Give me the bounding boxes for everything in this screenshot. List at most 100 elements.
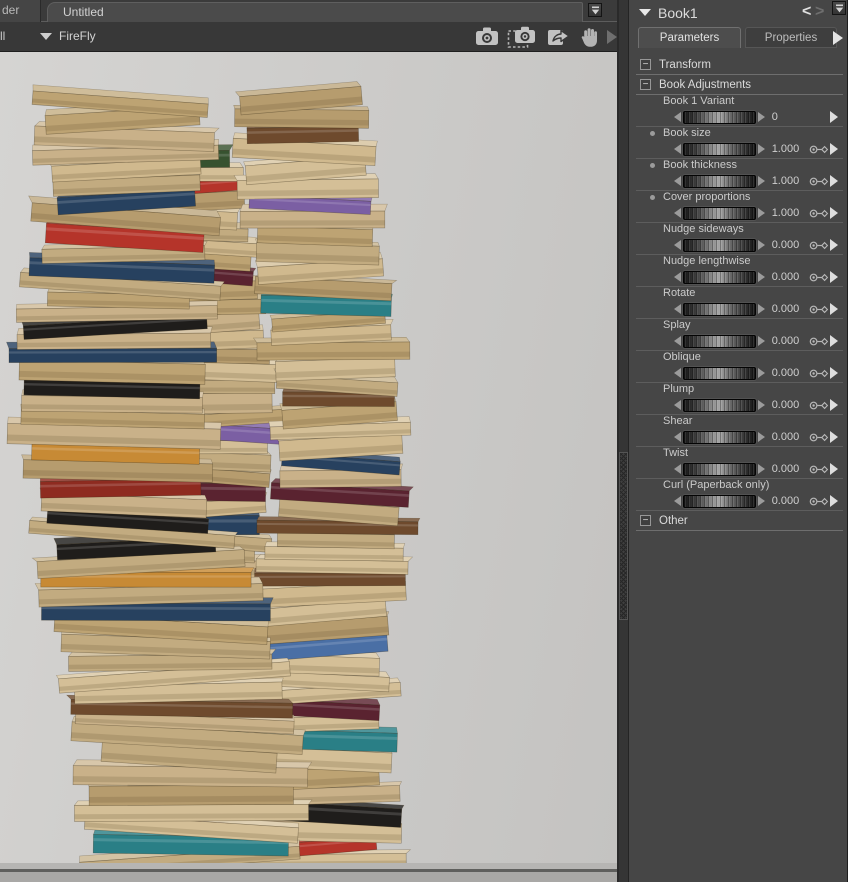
slider-decrement-arrow[interactable] <box>674 208 681 218</box>
slider-decrement-arrow[interactable] <box>674 336 681 346</box>
slider-track[interactable] <box>683 174 756 188</box>
slider-decrement-arrow[interactable] <box>674 368 681 378</box>
slider-track[interactable] <box>683 462 756 476</box>
slider-increment-arrow[interactable] <box>757 496 765 506</box>
keyframe-icon[interactable] <box>809 432 830 443</box>
keyframe-icon[interactable] <box>809 336 830 347</box>
dial-menu-arrow[interactable] <box>830 111 838 123</box>
dial-menu-arrow[interactable] <box>830 143 838 155</box>
section-other[interactable]: − Other <box>636 511 843 531</box>
slider-increment-arrow[interactable] <box>757 400 765 410</box>
keyframe-icon[interactable] <box>809 176 830 187</box>
dial-menu-arrow[interactable] <box>830 271 838 283</box>
export-image-button[interactable] <box>546 25 572 49</box>
slider-track[interactable] <box>683 430 756 444</box>
render-viewport[interactable] <box>0 52 617 882</box>
keyframe-icon[interactable] <box>809 368 830 379</box>
slider-increment-arrow[interactable] <box>757 368 765 378</box>
slider-increment-arrow[interactable] <box>757 240 765 250</box>
dial-value[interactable]: 0.000 <box>772 335 809 347</box>
slider-track[interactable] <box>683 494 756 508</box>
slider-increment-arrow[interactable] <box>757 304 765 314</box>
dial-menu-arrow[interactable] <box>830 335 838 347</box>
dial-menu-arrow[interactable] <box>830 207 838 219</box>
slider-decrement-arrow[interactable] <box>674 176 681 186</box>
toolbar-overflow-arrow[interactable] <box>607 30 617 44</box>
slider-track[interactable] <box>683 302 756 316</box>
next-item-arrow[interactable]: > <box>815 3 824 21</box>
tab-properties[interactable]: Properties <box>745 27 837 48</box>
scrollbar-thumb[interactable] <box>619 452 628 620</box>
slider-decrement-arrow[interactable] <box>674 400 681 410</box>
slider-track[interactable] <box>683 238 756 252</box>
slider-increment-arrow[interactable] <box>757 432 765 442</box>
tab-untitled[interactable]: Untitled <box>47 2 583 22</box>
keyframe-icon[interactable] <box>809 304 830 315</box>
tab-overflow-arrow[interactable] <box>833 31 843 45</box>
slider-increment-arrow[interactable] <box>757 176 765 186</box>
render-button[interactable] <box>474 25 500 47</box>
slider-decrement-arrow[interactable] <box>674 240 681 250</box>
slider-increment-arrow[interactable] <box>757 464 765 474</box>
slider-decrement-arrow[interactable] <box>674 432 681 442</box>
slider-decrement-arrow[interactable] <box>674 144 681 154</box>
dial-value[interactable]: 0.000 <box>772 303 809 315</box>
collapse-icon[interactable]: − <box>640 79 651 90</box>
keyframe-icon[interactable] <box>809 272 830 283</box>
dial-value[interactable]: 0.000 <box>772 399 809 411</box>
tab-parameters[interactable]: Parameters <box>638 27 741 48</box>
keyframe-icon[interactable] <box>809 464 830 475</box>
dial-value[interactable]: 0 <box>772 111 809 123</box>
panel-collapse-triangle-icon[interactable] <box>639 9 651 16</box>
slider-decrement-arrow[interactable] <box>674 272 681 282</box>
viewport-scrollbar[interactable] <box>617 0 629 882</box>
dial-menu-arrow[interactable] <box>830 239 838 251</box>
slider-decrement-arrow[interactable] <box>674 112 681 122</box>
slider-increment-arrow[interactable] <box>757 272 765 282</box>
dial-value[interactable]: 0.000 <box>772 495 809 507</box>
slider-decrement-arrow[interactable] <box>674 496 681 506</box>
panel-options-dropdown[interactable] <box>832 1 846 15</box>
display-mode-partial[interactable]: ll <box>0 29 5 43</box>
dial-value[interactable]: 1.000 <box>772 207 809 219</box>
slider-increment-arrow[interactable] <box>757 112 765 122</box>
viewport-options-dropdown[interactable] <box>588 3 602 17</box>
tab-render-partial[interactable]: der <box>0 0 41 22</box>
dial-menu-arrow[interactable] <box>830 399 838 411</box>
keyframe-icon[interactable] <box>809 496 830 507</box>
dial-menu-arrow[interactable] <box>830 495 838 507</box>
dial-menu-arrow[interactable] <box>830 303 838 315</box>
renderer-dropdown[interactable]: FireFly <box>40 29 96 43</box>
slider-decrement-arrow[interactable] <box>674 304 681 314</box>
slider-track[interactable] <box>683 206 756 220</box>
dial-menu-arrow[interactable] <box>830 367 838 379</box>
dial-value[interactable]: 0.000 <box>772 431 809 443</box>
selected-item-title[interactable]: Book1 <box>658 5 698 21</box>
slider-decrement-arrow[interactable] <box>674 464 681 474</box>
dial-value[interactable]: 1.000 <box>772 175 809 187</box>
dial-menu-arrow[interactable] <box>830 175 838 187</box>
dial-value[interactable]: 1.000 <box>772 143 809 155</box>
prev-item-arrow[interactable]: < <box>802 3 811 21</box>
section-book-adjustments[interactable]: − Book Adjustments <box>636 75 843 95</box>
slider-increment-arrow[interactable] <box>757 144 765 154</box>
pan-tool-button[interactable] <box>579 26 601 48</box>
collapse-icon[interactable]: − <box>640 59 651 70</box>
slider-track[interactable] <box>683 366 756 380</box>
keyframe-icon[interactable] <box>809 240 830 251</box>
slider-increment-arrow[interactable] <box>757 208 765 218</box>
keyframe-icon[interactable] <box>809 208 830 219</box>
dial-value[interactable]: 0.000 <box>772 271 809 283</box>
slider-track[interactable] <box>683 398 756 412</box>
dial-value[interactable]: 0.000 <box>772 239 809 251</box>
dial-menu-arrow[interactable] <box>830 463 838 475</box>
dial-menu-arrow[interactable] <box>830 431 838 443</box>
keyframe-icon[interactable] <box>809 400 830 411</box>
slider-track[interactable] <box>683 270 756 284</box>
keyframe-icon[interactable] <box>809 144 830 155</box>
section-transform[interactable]: − Transform <box>636 55 843 75</box>
slider-track[interactable] <box>683 334 756 348</box>
dial-value[interactable]: 0.000 <box>772 463 809 475</box>
collapse-icon[interactable]: − <box>640 515 651 526</box>
slider-track[interactable] <box>683 142 756 156</box>
